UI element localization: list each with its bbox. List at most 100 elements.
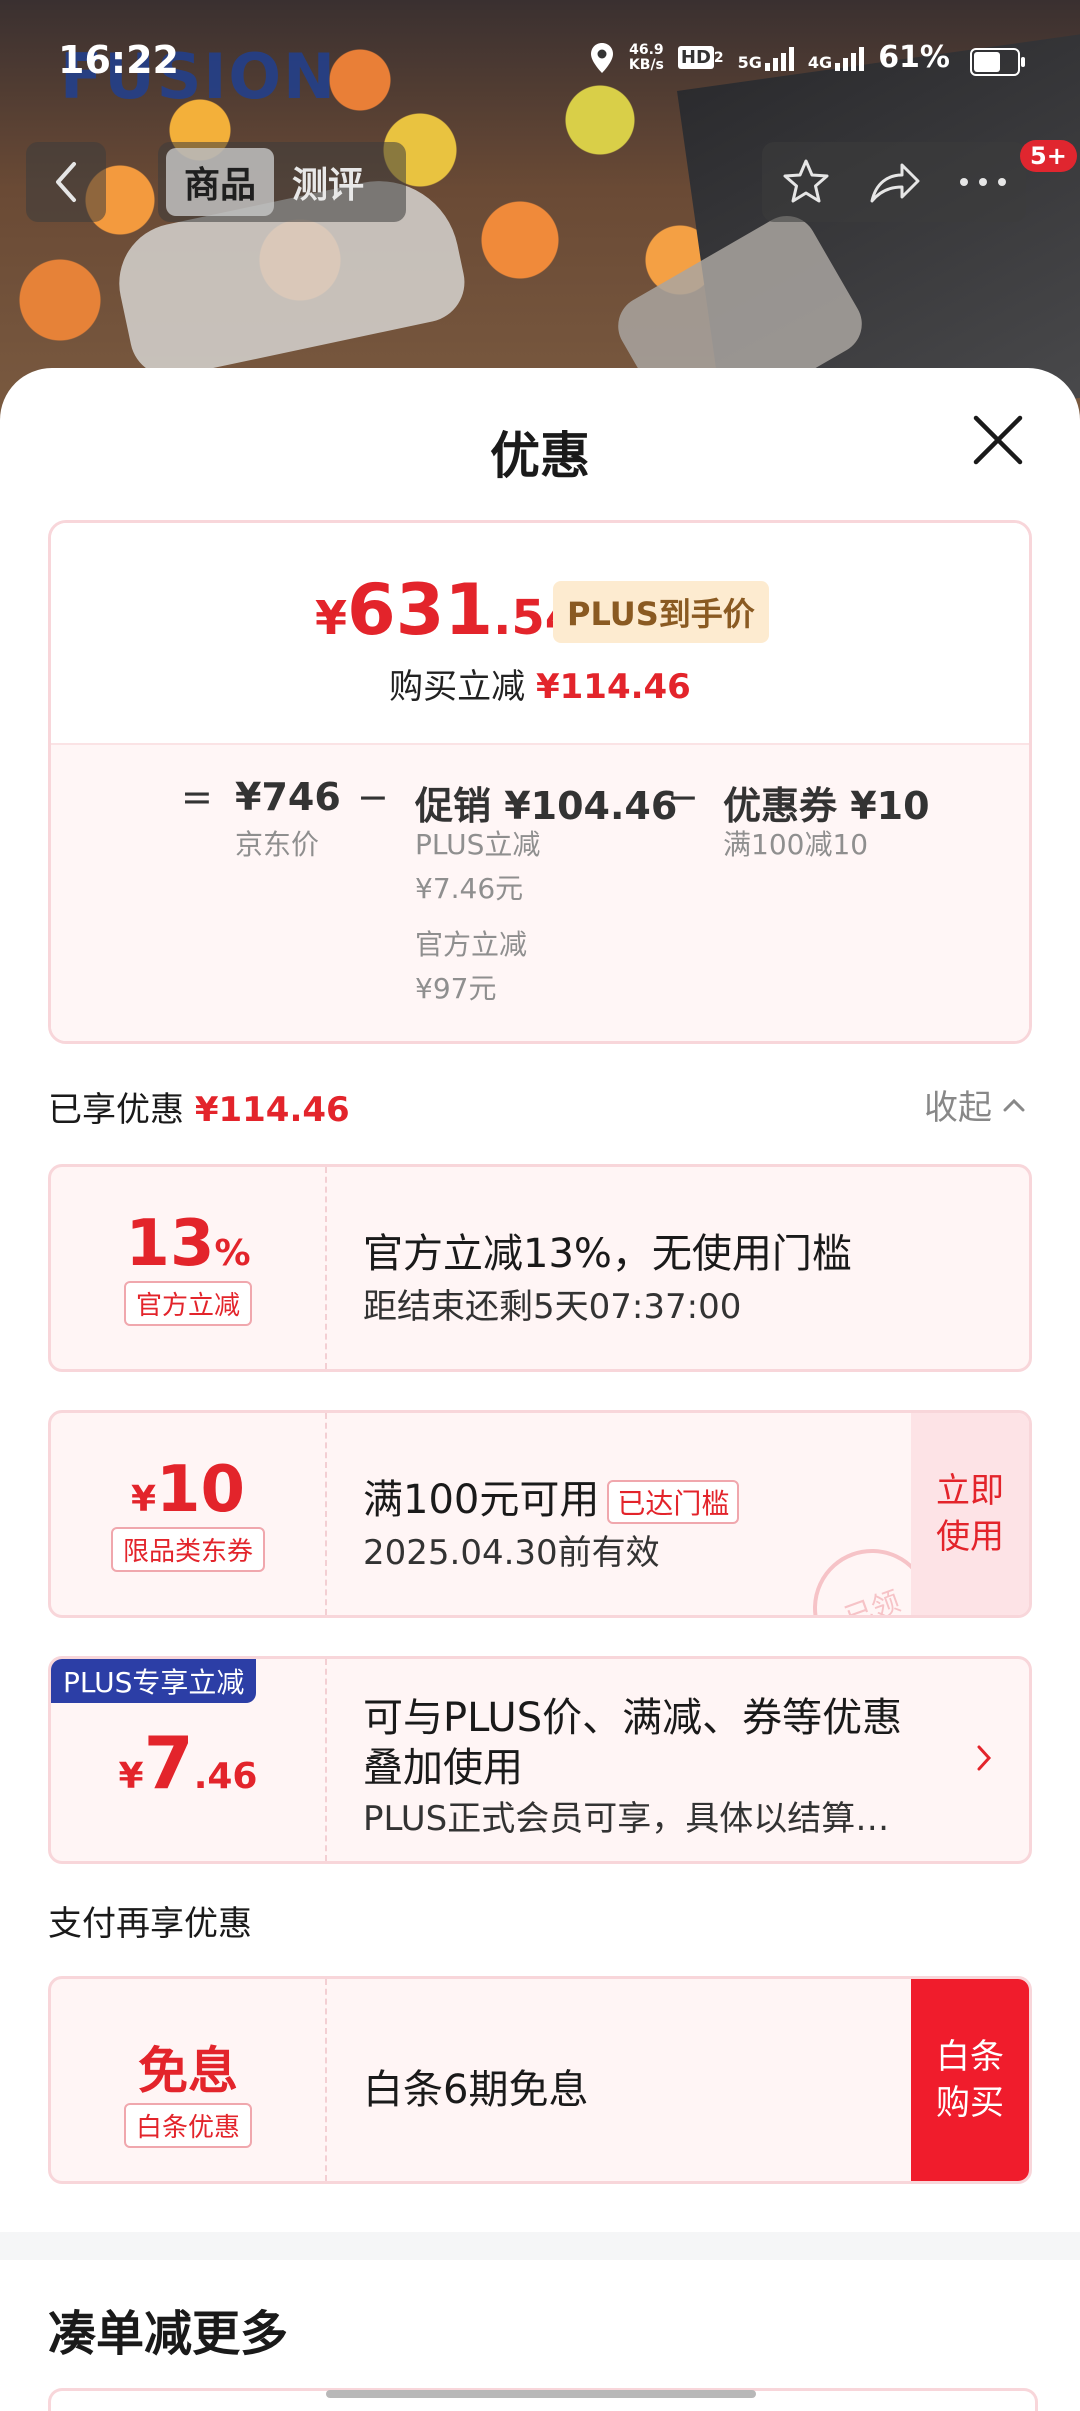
coupon-divider <box>325 1413 327 1615</box>
coupon-value: ¥10 <box>51 1453 325 1527</box>
header-actions <box>762 142 1026 222</box>
discount-sheet: 优惠 ¥631.54 PLUS到手价 购买立减 ¥114.46 = ¥746 京… <box>0 368 1080 2400</box>
signal-5g-label: 5G <box>737 52 762 72</box>
buy-reduce-label: 购买立减 <box>389 667 526 707</box>
battery-percent: 61% <box>878 40 950 75</box>
hd-sub: 2 <box>713 49 724 66</box>
formula-jd-price: ¥746 <box>235 775 341 819</box>
plus-price-tag: PLUS到手价 <box>553 581 769 643</box>
back-button[interactable] <box>26 142 106 222</box>
message-count-badge: 5+ <box>1020 140 1077 172</box>
header-tabs: 商品 测评 <box>158 142 406 222</box>
more-section-title: 凑单减更多 <box>48 2306 289 2362</box>
signal-4g: 4G <box>807 45 865 72</box>
chevron-right-icon <box>977 1745 992 1771</box>
coupon-card-jd: ¥10 限品类东券 满100元可用 已达门槛 2025.04.30前有效 已领 立… <box>48 1410 1032 1618</box>
final-price-symbol: ¥ <box>315 591 348 645</box>
status-icons: 46.9 KB/s HD 2 5G 4G 61% <box>589 40 950 75</box>
formula-equals: = <box>181 775 213 819</box>
coupon-tag: 官方立减 <box>123 1281 252 1326</box>
formula-minus-1: − <box>357 775 389 819</box>
collapse-label: 收起 <box>924 1088 992 1128</box>
coupon-value-unit: % <box>214 1233 251 1274</box>
signal-5g: 5G <box>738 45 794 71</box>
coupon-title-row: 满100元可用 已达门槛 <box>363 1467 740 1525</box>
coupon-subtitle: PLUS正式会员可享，具体以结算… <box>363 1799 890 1839</box>
threshold-reached-tag: 已达门槛 <box>607 1480 740 1524</box>
coupon-value-dec: .46 <box>193 1756 258 1797</box>
formula-promo-detail-1: PLUS立减 <box>415 828 541 861</box>
formula-promo: 促销 ¥104.46 <box>415 784 678 828</box>
use-now-line-1: 立即 <box>936 1471 1004 1511</box>
pay-discount-label: 支付再享优惠 <box>48 1904 252 1944</box>
coupon-value-area: 免息 白条优惠 <box>51 1979 325 2181</box>
location-icon <box>590 42 613 73</box>
baitiao-buy-line-1: 白条 <box>936 2037 1004 2077</box>
coupon-value-area: 13% 官方立减 <box>51 1167 325 1369</box>
coupon-divider <box>325 1979 327 2181</box>
coupon-tag: 白条优惠 <box>123 2103 252 2148</box>
coupon-card-baitiao: 免息 白条优惠 白条6期免息 白条 购买 <box>48 1976 1032 2184</box>
formula-promo-detail-2: ¥7.46元 <box>415 872 524 905</box>
coupon-value-symbol: ¥ <box>130 1479 156 1520</box>
coupon-subtitle: 2025.04.30前有效 <box>363 1533 660 1573</box>
battery-icon <box>970 48 1025 76</box>
coupon-value-main: 10 <box>156 1453 246 1527</box>
share-icon[interactable] <box>868 157 922 207</box>
coupon-value-main: 7 <box>143 1721 194 1805</box>
enjoyed-discount: 已享优惠 ¥114.46 <box>48 1082 350 1131</box>
formula-coupon: 优惠券 ¥10 <box>723 784 930 828</box>
formula-minus-2: − <box>667 775 699 819</box>
price-summary-card: ¥631.54 PLUS到手价 购买立减 ¥114.46 = ¥746 京东价 … <box>48 520 1032 1044</box>
more-dots-icon[interactable] <box>958 176 1008 188</box>
status-time: 16:22 <box>58 38 179 82</box>
buy-reduce: 购买立减 ¥114.46 <box>51 659 1029 708</box>
enjoyed-amount: ¥114.46 <box>194 1090 350 1130</box>
formula-promo-detail-4: ¥97元 <box>415 972 497 1005</box>
enjoyed-label: 已享优惠 <box>48 1090 184 1130</box>
net-speed: 46.9 KB/s <box>628 41 664 73</box>
coupon-card-plus[interactable]: PLUS专享立减 ¥7.46 可与PLUS价、满减、券等优惠 叠加使用 PLUS… <box>48 1656 1032 1864</box>
close-icon[interactable] <box>970 412 1026 468</box>
signal-bars-icon <box>764 45 794 71</box>
final-price: ¥631.54 <box>315 569 578 651</box>
net-speed-unit: KB/s <box>628 56 664 73</box>
use-now-button[interactable]: 立即 使用 <box>911 1413 1029 1615</box>
coupon-value: 13% <box>51 1207 325 1281</box>
home-indicator[interactable] <box>326 2390 756 2398</box>
coupon-divider <box>325 1167 327 1369</box>
hd-label: HD <box>677 46 714 69</box>
use-now-line-2: 使用 <box>936 1517 1004 1557</box>
coupon-value-symbol: ¥ <box>118 1756 144 1797</box>
buy-reduce-amount: ¥114.46 <box>535 667 691 707</box>
net-speed-value: 46.9 <box>629 41 664 58</box>
hd-icon: HD 2 <box>677 46 724 69</box>
final-price-int: 631 <box>347 569 494 651</box>
star-icon[interactable] <box>780 156 832 208</box>
coupon-title-line-2: 叠加使用 <box>363 1745 523 1791</box>
coupon-value-area: ¥7.46 <box>51 1659 325 1861</box>
coupon-tag: 限品类东券 <box>110 1527 265 1572</box>
baitiao-buy-button[interactable]: 白条 购买 <box>911 1979 1029 2181</box>
sheet-title: 优惠 <box>490 427 590 485</box>
baitiao-buy-line-2: 购买 <box>936 2083 1004 2123</box>
coupon-card-official: 13% 官方立减 官方立减13%，无使用门槛 距结束还剩5天07:37:00 <box>48 1164 1032 1372</box>
coupon-title: 白条6期免息 <box>363 2067 589 2113</box>
signal-4g-label: 4G <box>807 52 833 72</box>
coupon-value: 免息 <box>138 2042 238 2100</box>
collapse-button[interactable]: 收起 <box>924 1080 1026 1129</box>
section-divider <box>0 2232 1080 2260</box>
baitiao-buy-label: 白条 购买 <box>936 2034 1004 2126</box>
formula-promo-detail-3: 官方立减 <box>415 928 528 961</box>
back-arrow-icon <box>56 162 76 202</box>
formula-jd-price-label: 京东价 <box>235 828 320 861</box>
chevron-up-icon <box>1003 1098 1025 1111</box>
coupon-value-area: ¥10 限品类东券 <box>51 1413 325 1615</box>
use-now-label: 立即 使用 <box>936 1468 1004 1560</box>
tab-review[interactable]: 测评 <box>274 148 382 216</box>
coupon-value: ¥7.46 <box>51 1721 325 1805</box>
price-formula: = ¥746 京东价 − 促销 ¥104.46 PLUS立减 ¥7.46元 官方… <box>51 743 1029 1041</box>
coupon-title: 官方立减13%，无使用门槛 <box>363 1231 852 1277</box>
tab-product[interactable]: 商品 <box>166 148 275 216</box>
price-summary-top: ¥631.54 PLUS到手价 购买立减 ¥114.46 <box>51 523 1029 743</box>
